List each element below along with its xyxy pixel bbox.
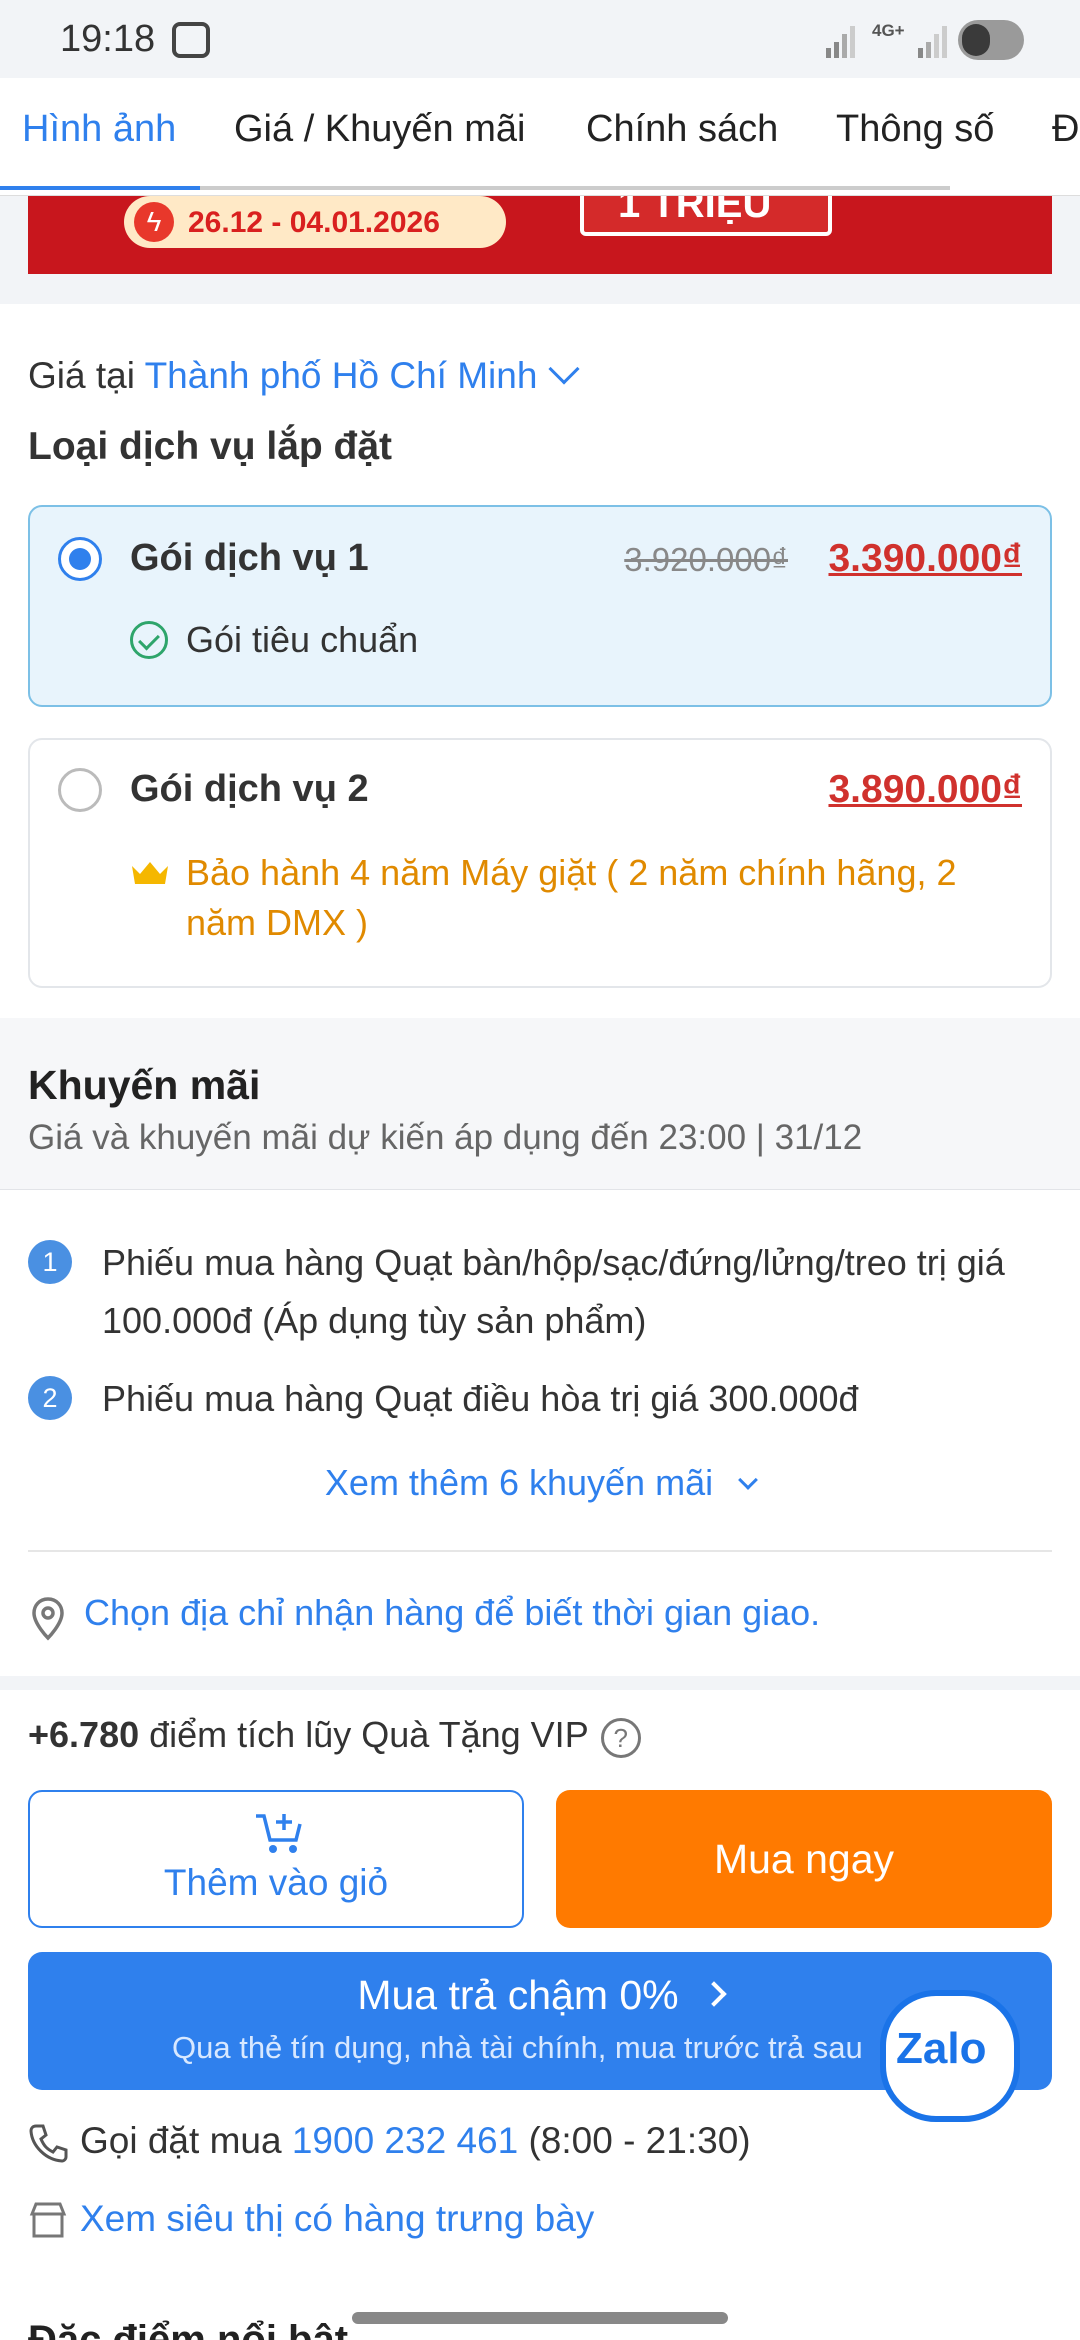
vip-points: +6.780 điểm tích lũy Quà Tặng VIP? xyxy=(28,1714,641,1758)
buy-now-button[interactable]: Mua ngay xyxy=(556,1790,1052,1928)
hotline-link[interactable]: 1900 232 461 xyxy=(292,2120,518,2161)
banner-date-pill: ϟ 26.12 - 04.01.2026 xyxy=(124,196,506,248)
service-option-note: Gói tiêu chuẩn xyxy=(186,619,419,660)
option-price: 3.390.000₫ xyxy=(828,537,1022,580)
buy-now-label: Mua ngay xyxy=(713,1836,895,1882)
tab-scroll-track xyxy=(200,186,950,190)
service-option-2[interactable]: Gói dịch vụ 2 3.890.000₫ Bảo hành 4 năm … xyxy=(28,738,1052,988)
add-to-cart-button[interactable]: Thêm vào giỏ xyxy=(28,1790,524,1928)
service-option-name: Gói dịch vụ 2 xyxy=(130,768,369,810)
tab-hinh-anh[interactable]: Hình ảnh xyxy=(22,108,176,151)
tab-chinh-sach[interactable]: Chính sách xyxy=(586,108,778,151)
price-location[interactable]: Giá tại Thành phố Hồ Chí Minh xyxy=(28,353,580,397)
signal-icon-2 xyxy=(918,26,947,58)
check-circle-icon xyxy=(130,621,168,659)
radio-selected[interactable] xyxy=(58,537,102,581)
call-hours: (8:00 - 21:30) xyxy=(528,2120,751,2161)
see-more-promotions[interactable]: Xem thêm 6 khuyến mãi xyxy=(0,1462,1080,1504)
tab-next[interactable]: Đ xyxy=(1052,108,1079,151)
promotion-subtitle: Giá và khuyến mãi dự kiến áp dụng đến 23… xyxy=(28,1118,863,1157)
call-prefix: Gọi đặt mua xyxy=(80,2120,282,2161)
promotion-text: Phiếu mua hàng Quạt bàn/hộp/sạc/đứng/lửn… xyxy=(102,1242,1005,1341)
points-value: +6.780 xyxy=(28,1714,140,1755)
cart-plus-icon xyxy=(256,1814,302,1853)
price-location-prefix: Giá tại xyxy=(28,355,135,396)
promotion-title: Khuyến mãi xyxy=(28,1062,261,1108)
status-bar: 19:18 4G+ xyxy=(0,0,1080,78)
tab-gia-khuyen-mai[interactable]: Giá / Khuyến mãi xyxy=(234,108,525,151)
battery-icon xyxy=(958,20,1024,60)
home-indicator[interactable] xyxy=(352,2312,728,2324)
network-type-label: 4G+ xyxy=(872,21,905,40)
installment-subtitle: Qua thẻ tín dụng, nhà tài chính, mua trư… xyxy=(172,2030,863,2065)
warranty-note: Bảo hành 4 năm Máy giặt ( 2 năm chính hã… xyxy=(186,852,957,943)
status-time: 19:18 xyxy=(60,18,156,60)
phone-icon xyxy=(29,2124,68,2163)
delivery-address-link[interactable]: Chọn địa chỉ nhận hàng để biết thời gian… xyxy=(84,1592,820,1634)
chevron-down-icon xyxy=(738,1470,758,1490)
next-section-title: Đặc điểm nổi bật xyxy=(28,2318,349,2340)
screenshot-icon xyxy=(172,22,210,58)
banner-box-text: 1 TRIỆU xyxy=(618,196,772,226)
tab-thong-so[interactable]: Thông số xyxy=(836,108,994,151)
section-tabs: Hình ảnh Giá / Khuyến mãi Chính sách Thô… xyxy=(0,78,1080,196)
banner-box: 1 TRIỆU xyxy=(580,196,832,236)
radio-unselected[interactable] xyxy=(58,768,102,812)
call-to-order: Gọi đặt mua 1900 232 461 (8:00 - 21:30) xyxy=(80,2120,751,2162)
store-display-link[interactable]: Xem siêu thị có hàng trưng bày xyxy=(80,2198,594,2240)
option-price: 3.890.000₫ xyxy=(828,768,1022,811)
tab-indicator xyxy=(0,186,200,190)
next-section: Đặc điểm nổi bật xyxy=(0,2278,1080,2340)
promotion-header: Khuyến mãi Giá và khuyến mãi dự kiến áp … xyxy=(0,1018,1080,1190)
location-pin-icon xyxy=(32,1597,64,1641)
promotion-number: 2 xyxy=(28,1376,72,1420)
zalo-chat-button[interactable]: Zalo xyxy=(880,1990,1026,2130)
service-type-title: Loại dịch vụ lắp đặt xyxy=(28,425,393,468)
divider xyxy=(28,1550,1052,1552)
price-location-city: Thành phố Hồ Chí Minh xyxy=(144,355,538,396)
add-to-cart-label: Thêm vào giỏ xyxy=(163,1862,389,1903)
crown-icon xyxy=(132,862,168,884)
store-icon xyxy=(29,2202,67,2238)
service-option-1[interactable]: Gói dịch vụ 1 3.920.000₫ 3.390.000₫ Gói … xyxy=(28,505,1052,707)
promotion-number: 1 xyxy=(28,1240,72,1284)
signal-icon xyxy=(826,26,855,58)
old-price: 3.920.000₫ xyxy=(624,541,788,578)
help-icon[interactable]: ? xyxy=(600,1718,641,1758)
service-option-name: Gói dịch vụ 1 xyxy=(130,537,369,579)
chevron-right-icon xyxy=(700,1981,727,2007)
promotion-text: Phiếu mua hàng Quạt điều hòa trị giá 300… xyxy=(102,1378,859,1419)
banner-dates: 26.12 - 04.01.2026 xyxy=(188,206,440,239)
see-more-label: Xem thêm 6 khuyến mãi xyxy=(324,1462,714,1503)
chevron-down-icon xyxy=(548,353,580,385)
promo-banner[interactable]: ϟ 26.12 - 04.01.2026 1 TRIỆU xyxy=(28,196,1052,274)
lightning-icon: ϟ xyxy=(134,202,174,242)
zalo-label: Zalo xyxy=(896,2024,987,2073)
installment-title: Mua trả chậm 0% xyxy=(357,1972,679,2018)
points-label: điểm tích lũy Quà Tặng VIP xyxy=(149,1714,589,1755)
